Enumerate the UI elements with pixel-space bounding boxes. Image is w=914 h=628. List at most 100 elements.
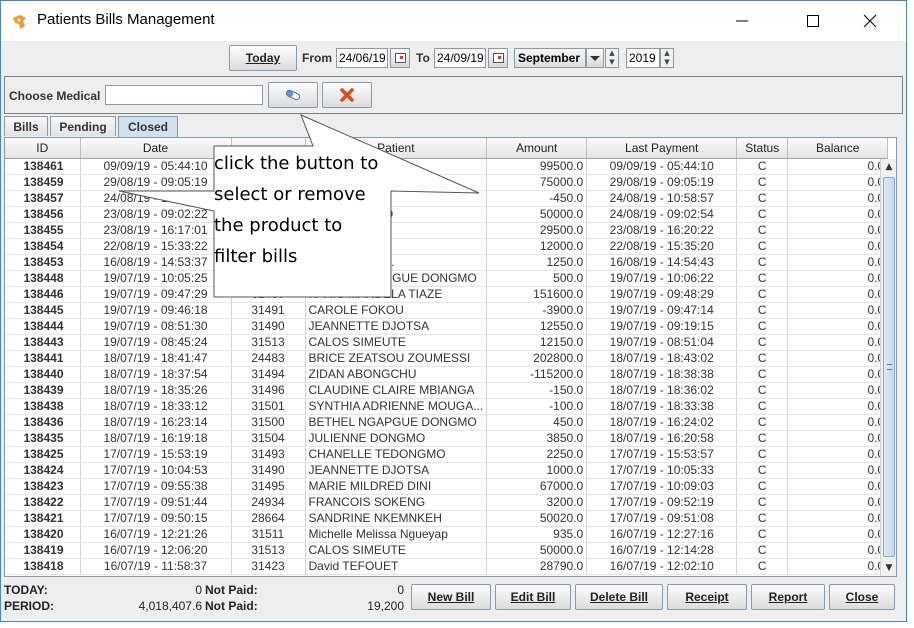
cell-balance: 0.0 [787,238,889,255]
cell-date: 23/08/19 - 09:02:22 [80,206,232,223]
table-row[interactable]: 138461 09/09/19 - 05:44:10 99500.0 09/09/19… [5,158,889,175]
table-row[interactable]: 138439 18/07/19 - 18:35:26 31496 CLAUDINE C… [5,382,889,399]
table-row[interactable]: 138423 17/07/19 - 09:55:38 31495 MARIE MILD… [5,478,889,495]
table-row[interactable]: 138444 19/07/19 - 08:51:30 31490 JEANNETTE … [5,318,889,335]
tab-bills[interactable]: Bills [4,116,48,136]
cell-amount: -150.0 [486,382,588,399]
cell-id: 138438 [5,398,81,415]
select-medical-button[interactable] [268,82,318,108]
cell-amount: -100.0 [486,398,588,415]
clear-medical-button[interactable] [322,82,372,108]
table-row[interactable]: 138459 29/08/19 - 09:05:19 75000.0 29/08/19… [5,174,889,191]
table-row[interactable]: 138448 19/07/19 - 10:05:25 31500 BETHEL NGA… [5,270,889,287]
month-select[interactable]: September [514,48,586,68]
cell-last-payment: 18/07/19 - 16:20:58 [586,430,738,447]
new-bill-button[interactable]: New Bill [411,584,491,610]
minimize-button[interactable] [719,1,765,41]
scroll-up-icon[interactable]: ▲ [881,159,896,175]
close-button[interactable]: Close [829,584,895,610]
cell-patient-id: 24483 [231,350,306,367]
maximize-button[interactable] [790,1,836,41]
table-row[interactable]: 138422 17/07/19 - 09:51:44 24934 FRANCOIS S… [5,494,889,511]
table-row[interactable]: 138443 19/07/19 - 08:45:24 31513 CALOS SIME… [5,334,889,351]
month-spinner[interactable]: ▲ ▼ [605,48,619,68]
cell-balance: 0.0 [787,494,889,511]
cell-amount: 3850.0 [486,430,588,447]
cell-amount: 202800.0 [486,350,588,367]
cell-date: 19/07/19 - 09:47:29 [80,286,232,303]
column-header-status[interactable]: Status [736,138,789,159]
cell-amount: 12150.0 [486,334,588,351]
callout-line: the product to [214,215,343,236]
column-header-balance[interactable]: Balance [787,138,889,159]
scroll-down-icon[interactable]: ▼ [881,560,896,576]
table-row[interactable]: 138441 18/07/19 - 18:41:47 24483 BRICE ZEAT… [5,350,889,367]
spin-down-icon[interactable]: ▼ [661,58,673,67]
table-row[interactable]: 138436 18/07/19 - 16:23:14 31500 BETHEL NGA… [5,414,889,431]
cell-patient: JEANNETTE DJOTSA [305,318,488,335]
cell-date: 19/07/19 - 08:51:30 [80,318,232,335]
vertical-scrollbar[interactable]: ▲ ▼ [880,159,896,576]
from-date-field[interactable]: 24/06/19 [336,48,388,68]
close-window-button[interactable] [847,1,893,41]
tab-closed[interactable]: Closed [118,116,178,137]
cell-balance: 0.0 [787,350,889,367]
to-calendar-button[interactable] [488,48,508,68]
table-row[interactable]: 138424 17/07/19 - 10:04:53 31490 JEANNETTE … [5,462,889,479]
tab-pending[interactable]: Pending [50,116,116,136]
table-row[interactable]: 138457 24/08/19 - 10:58:27 a Ngueyap -450.0… [5,190,889,207]
to-date-field[interactable]: 24/09/19 [434,48,486,68]
table-row[interactable]: 138435 18/07/19 - 16:19:18 31504 JULIENNE D… [5,430,889,447]
column-header-last-payment[interactable]: Last Payment [586,138,738,159]
scroll-thumb[interactable] [883,177,895,557]
cell-status: C [736,462,789,479]
cell-amount: 50000.0 [486,542,588,559]
delete-bill-label: Delete Bill [589,590,649,604]
cell-patient: ZIDAN ABONGCHU [305,366,488,383]
cell-balance: 0.0 [787,366,889,383]
cell-patient-id: 31490 [231,462,306,479]
cell-amount: 50000.0 [486,206,588,223]
cell-id: 138444 [5,318,81,335]
table-row[interactable]: 138418 16/07/19 - 11:58:37 31423 David TEFO… [5,558,889,575]
cell-date: 18/07/19 - 18:33:12 [80,398,232,415]
delete-bill-button[interactable]: Delete Bill [575,584,663,610]
table-row[interactable]: 138420 16/07/19 - 12:21:26 31511 Michelle M… [5,526,889,543]
column-header-amount[interactable]: Amount [486,138,588,159]
period-total-value: 4,018,407.6 [138,599,202,613]
table-row[interactable]: 138419 16/07/19 - 12:06:20 31513 CALOS SIME… [5,542,889,559]
cell-patient-id: 31423 [231,558,306,575]
table-row[interactable]: 138438 18/07/19 - 18:33:12 31501 SYNTHIA AD… [5,398,889,415]
year-spinner[interactable]: ▲ ▼ [660,48,674,68]
column-header-id[interactable]: ID [5,138,81,159]
table-row[interactable]: 138445 19/07/19 - 09:46:18 31491 CAROLE FOK… [5,302,889,319]
cell-amount: 29500.0 [486,222,588,239]
table-row[interactable]: 138455 23/08/19 - 16:17:01 clette 29500.0 23… [5,222,889,239]
from-calendar-button[interactable] [390,48,410,68]
spin-down-icon[interactable]: ▼ [606,58,618,67]
spin-up-icon[interactable]: ▲ [606,49,618,58]
cell-date: 17/07/19 - 15:53:19 [80,446,232,463]
edit-bill-button[interactable]: Edit Bill [495,584,571,610]
table-row[interactable]: 138453 16/08/19 - 14:53:37 IE DONFACK ... 1… [5,254,889,271]
cell-patient-id: 31501 [231,398,306,415]
medical-input[interactable] [105,85,263,105]
spin-up-icon[interactable]: ▲ [661,49,673,58]
report-button[interactable]: Report [751,584,825,610]
app-logo-icon [13,15,26,29]
table-row[interactable]: 138456 23/08/19 - 09:02:22 GUE DONGMO 50000… [5,206,889,223]
receipt-button[interactable]: Receipt [667,584,747,610]
table-row[interactable]: 138421 17/07/19 - 09:50:15 28664 SANDRINE N… [5,510,889,527]
today-notpaid-value: 0 [397,583,404,597]
table-row[interactable]: 138425 17/07/19 - 15:53:19 31493 CHANELLE T… [5,446,889,463]
cell-patient-id: 31500 [231,414,306,431]
column-header-date[interactable]: Date [80,138,232,159]
table-row[interactable]: 138446 19/07/19 - 09:47:29 31489 KANIS MAND… [5,286,889,303]
year-field[interactable]: 2019 [626,48,660,68]
today-total-value: 0 [195,583,202,597]
cell-patient-id: 31495 [231,478,306,495]
table-row[interactable]: 138454 22/08/19 - 15:33:22 12000.0 22/08/19… [5,238,889,255]
table-row[interactable]: 138440 18/07/19 - 18:37:54 31494 ZIDAN ABON… [5,366,889,383]
today-button[interactable]: Today [229,45,297,71]
month-dropdown-button[interactable] [586,48,604,68]
